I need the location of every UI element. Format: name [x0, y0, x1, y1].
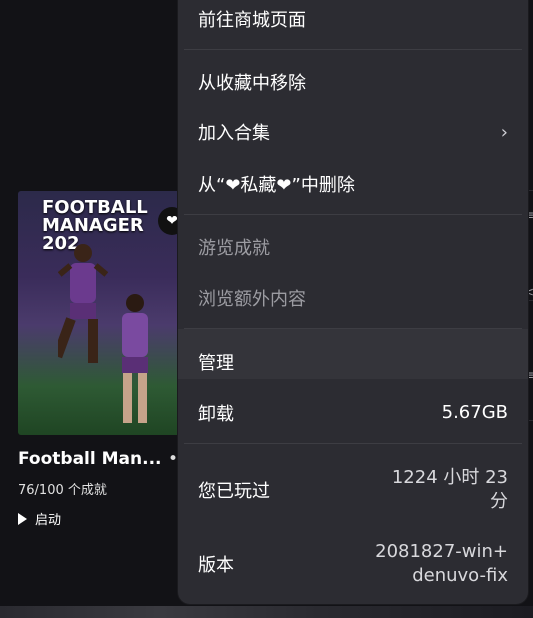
achievement-count: 76/100 个成就	[18, 483, 107, 498]
menu-item-remove-favorite[interactable]: 从收藏中移除	[198, 57, 508, 107]
chevron-right-icon: ›	[500, 121, 508, 143]
menu-item-uninstall[interactable]: 卸载 5.67GB	[198, 388, 508, 438]
more-options-icon[interactable]: •	[168, 449, 178, 469]
menu-item-achievements[interactable]: 游览成就	[198, 222, 508, 272]
play-icon	[18, 512, 27, 525]
menu-item-label: 前往商城页面	[198, 10, 306, 31]
player-figure	[58, 244, 108, 363]
heart-icon: ❤	[225, 175, 241, 196]
menu-divider	[184, 443, 522, 444]
menu-item-add-collection[interactable]: 加入合集 ›	[198, 107, 508, 157]
game-card[interactable]: FOOTBALL MANAGER 202 ❤ Football Man... •…	[18, 191, 188, 541]
menu-divider	[184, 49, 522, 50]
version-label: 版本	[198, 555, 234, 576]
menu-item-label: 管理	[198, 353, 234, 374]
menu-item-extra-content[interactable]: 浏览额外内容	[198, 273, 508, 323]
version-value: 2081827-win+ denuvo-fix	[375, 541, 508, 586]
version-row: 版本 2081827-win+ denuvo-fix	[198, 529, 508, 599]
menu-divider	[184, 214, 522, 215]
menu-item-label: 浏览额外内容	[198, 289, 306, 310]
install-size: 5.67GB	[441, 402, 508, 423]
menu-item-label: 从收藏中移除	[198, 73, 306, 94]
heart-icon: ❤	[276, 175, 292, 196]
playtime-label: 您已玩过	[198, 481, 270, 502]
menu-item-manage[interactable]: 管理	[198, 337, 508, 387]
game-cover[interactable]: FOOTBALL MANAGER 202 ❤	[18, 191, 186, 435]
menu-item-store[interactable]: 前往商城页面	[198, 0, 508, 44]
playtime-value: 1224 小时 23 分	[391, 467, 508, 512]
menu-item-label: 卸载	[198, 404, 234, 425]
menu-item-label: 加入合集	[198, 123, 270, 144]
game-title[interactable]: Football Man...	[18, 449, 162, 469]
menu-item-label: 游览成就	[198, 238, 270, 259]
launch-button[interactable]: 启动	[18, 509, 61, 528]
player-figure	[122, 294, 148, 423]
launch-label: 启动	[35, 513, 62, 528]
menu-item-remove-private[interactable]: 从“❤私藏❤”中删除	[198, 159, 508, 209]
context-menu: 前往商城页面 从收藏中移除 加入合集 › 从“❤私藏❤”中删除 游览成就 浏览额…	[178, 0, 528, 604]
playtime-row: 您已玩过 1224 小时 23 分	[198, 455, 508, 525]
menu-divider	[184, 328, 522, 329]
menu-item-label: 从“❤私藏❤”中删除	[198, 175, 355, 196]
footer-strip	[0, 606, 533, 618]
